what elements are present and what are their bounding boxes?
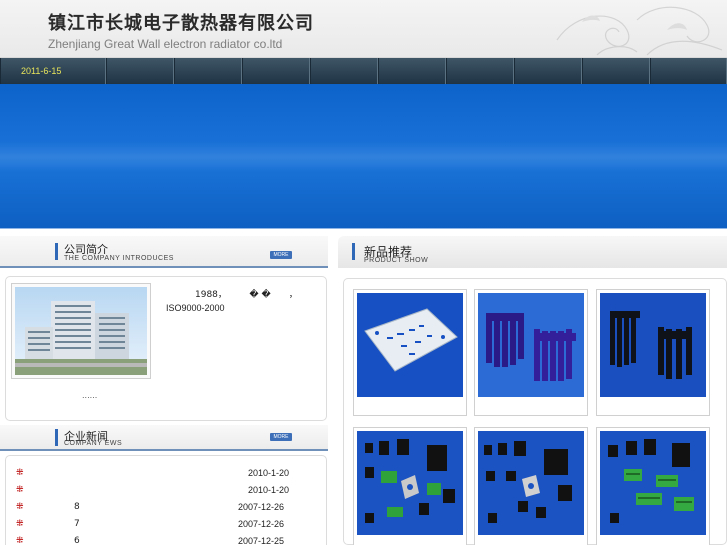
product-card[interactable]	[474, 427, 588, 545]
news-panel: ⁜ 2010-1-20 ⁜ 2010-1-20 ⁜ 8 2007-12-26 ⁜…	[5, 455, 327, 545]
nav-item-6[interactable]	[446, 58, 514, 84]
section-marker	[55, 429, 58, 446]
nav-item-3[interactable]	[242, 58, 310, 84]
bullet-icon: ⁜	[16, 519, 24, 529]
product-caption	[357, 400, 463, 412]
section-marker	[352, 243, 355, 260]
news-item-date: 2007-12-26	[238, 502, 285, 512]
heatsink-set-icon[interactable]	[478, 431, 584, 535]
about-text-line-1: 1988， � � ，	[195, 290, 298, 300]
news-item-title[interactable]: 6	[74, 536, 80, 545]
main-nav: 2011-6-15	[0, 58, 727, 84]
nav-item-4[interactable]	[310, 58, 378, 84]
about-text-line-2: ISO9000-2000	[166, 303, 225, 313]
black-heatsink-icon[interactable]	[600, 293, 706, 397]
nav-item-1[interactable]	[106, 58, 174, 84]
news-item-date: 2010-1-20	[248, 468, 290, 478]
heatsink-set-icon[interactable]	[357, 431, 463, 535]
product-caption	[357, 538, 463, 545]
news-item[interactable]: ⁜ 8 2007-12-26	[16, 501, 316, 517]
news-item[interactable]: ⁜ 6 2007-12-25	[16, 535, 316, 545]
bullet-icon: ⁜	[16, 536, 24, 545]
news-subtitle: COMPANY EWS	[64, 440, 123, 447]
about-panel: 1988， � � ， ISO9000-2000 ......	[5, 276, 327, 421]
nav-item-7[interactable]	[514, 58, 582, 84]
about-subtitle: THE COMPANY INTRODUCES	[64, 255, 174, 262]
current-date: 2011-6-15	[0, 58, 106, 84]
news-item-title[interactable]: 8	[74, 502, 80, 512]
products-subtitle: PRODUCT SHOW	[364, 257, 429, 264]
news-item[interactable]: ⁜ 2010-1-20	[16, 467, 316, 483]
hero-banner	[0, 84, 727, 229]
news-item[interactable]: ⁜ 2010-1-20	[16, 484, 316, 500]
product-card[interactable]	[353, 427, 467, 545]
about-more-button[interactable]: MORE	[270, 251, 292, 259]
product-card[interactable]	[596, 427, 710, 545]
news-item-date: 2007-12-25	[238, 536, 285, 545]
bullet-icon: ⁜	[16, 468, 24, 478]
nav-item-5[interactable]	[378, 58, 446, 84]
products-section-header: 新品推荐 PRODUCT SHOW	[338, 236, 727, 268]
section-marker	[55, 243, 58, 260]
green-heatsink-set-icon[interactable]	[600, 431, 706, 535]
product-caption	[600, 400, 706, 412]
about-ellipsis: ......	[82, 391, 98, 400]
building-icon	[15, 287, 147, 375]
company-name-cn: 镇江市长城电子散热器有限公司	[48, 13, 314, 34]
banner-highlight	[0, 142, 727, 172]
aluminum-plate-icon[interactable]	[357, 293, 463, 397]
company-building-image[interactable]	[11, 283, 151, 379]
news-more-button[interactable]: MORE	[270, 433, 292, 441]
products-panel	[343, 278, 727, 545]
news-section-header: 企业新闻 COMPANY EWS MORE	[0, 425, 328, 451]
site-header: 镇江市长城电子散热器有限公司 Zhenjiang Great Wall elec…	[0, 0, 727, 58]
nav-item-8[interactable]	[582, 58, 650, 84]
news-item-date: 2010-1-20	[248, 485, 290, 495]
news-item[interactable]: ⁜ 7 2007-12-26	[16, 518, 316, 534]
product-caption	[600, 538, 706, 545]
about-section-header: 公司简介 THE COMPANY INTRODUCES MORE	[0, 236, 328, 268]
product-card[interactable]	[596, 289, 710, 416]
nav-item-2[interactable]	[174, 58, 242, 84]
product-caption	[478, 400, 584, 412]
decorative-swirl-icon	[556, 6, 723, 56]
product-card[interactable]	[353, 289, 467, 416]
news-item-title[interactable]: 7	[74, 519, 80, 529]
company-name-en: Zhenjiang Great Wall electron radiator c…	[48, 37, 283, 51]
product-caption	[478, 538, 584, 545]
product-card[interactable]	[474, 289, 588, 416]
bullet-icon: ⁜	[16, 485, 24, 495]
news-item-date: 2007-12-26	[238, 519, 285, 529]
purple-heatsink-icon[interactable]	[478, 293, 584, 397]
bullet-icon: ⁜	[16, 502, 24, 512]
nav-item-9[interactable]	[650, 58, 727, 84]
